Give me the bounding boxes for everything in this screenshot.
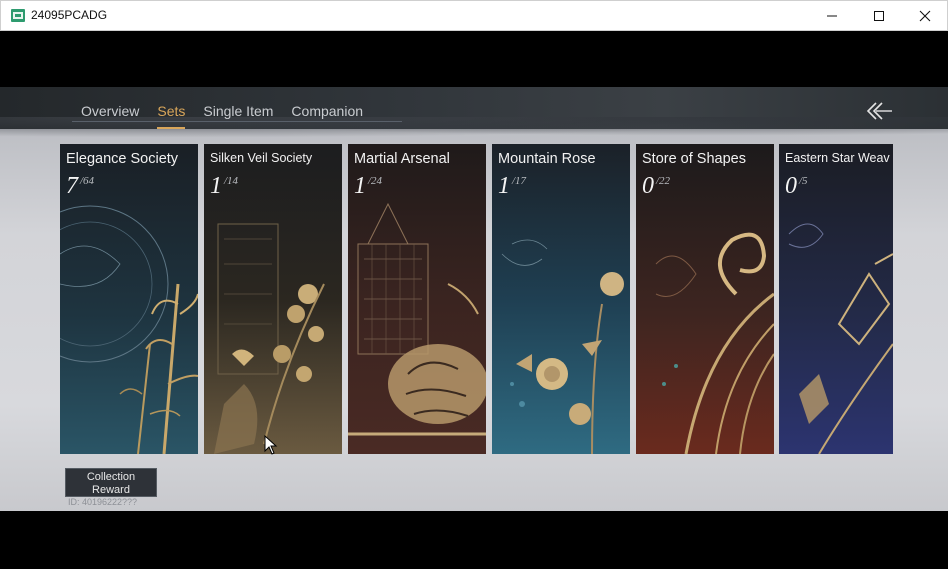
set-count: 1 — [354, 173, 366, 199]
tiger-tower-art — [348, 144, 486, 454]
set-name: Elegance Society — [66, 151, 179, 167]
set-total: /14 — [224, 175, 239, 187]
window-titlebar: 24095PCADG — [0, 0, 948, 31]
bird-blossom-art — [204, 144, 342, 454]
set-name: Store of Shapes — [642, 151, 746, 167]
set-name: Mountain Rose — [498, 151, 596, 167]
mouse-cursor-icon — [264, 435, 278, 455]
set-name: Martial Arsenal — [354, 151, 450, 167]
set-count: 7 — [66, 173, 78, 199]
game-viewport: Overview Sets Single Item Companion Eleg… — [0, 87, 948, 511]
set-total: /17 — [512, 175, 527, 187]
bamboo-moon-art — [60, 144, 198, 454]
close-button[interactable] — [902, 1, 948, 31]
set-total: /64 — [80, 175, 95, 187]
set-count: 1 — [498, 173, 510, 199]
set-card-eastern-star-weave[interactable]: Eastern Star Weav 0 /5 — [779, 144, 893, 454]
phoenix-wave-art — [636, 144, 774, 454]
minimize-button[interactable] — [809, 1, 855, 31]
close-icon — [919, 10, 931, 22]
reward-label-line2: Reward — [92, 484, 130, 496]
maximize-icon — [874, 11, 884, 21]
set-total: /22 — [656, 175, 671, 187]
set-count: 0 — [785, 173, 797, 199]
set-name: Eastern Star Weav — [785, 151, 890, 165]
set-name: Silken Veil Society — [210, 151, 313, 165]
set-card-elegance-society[interactable]: Elegance Society 7 /64 — [60, 144, 198, 454]
tab-divider — [72, 121, 402, 122]
collection-reward-button[interactable]: Collection Reward — [65, 468, 157, 497]
window-title: 24095PCADG — [31, 8, 108, 22]
back-arrow-icon — [866, 102, 892, 120]
set-total: /24 — [368, 175, 383, 187]
user-id-text: ID: 40196222??? — [68, 497, 138, 507]
set-card-silken-veil-society[interactable]: Silken Veil Society 1 /14 — [204, 144, 342, 454]
app-icon — [11, 9, 25, 22]
maximize-button[interactable] — [856, 1, 902, 31]
set-card-mountain-rose[interactable]: Mountain Rose 1 /17 — [492, 144, 630, 454]
letterbox-top — [0, 31, 948, 87]
letterbox-bottom — [0, 511, 948, 569]
set-card-martial-arsenal[interactable]: Martial Arsenal 1 /24 — [348, 144, 486, 454]
minimize-icon — [827, 15, 837, 17]
set-count: 1 — [210, 173, 222, 199]
set-total: /5 — [799, 175, 808, 187]
reward-label-line1: Collection — [86, 471, 136, 483]
set-count: 0 — [642, 173, 654, 199]
rose-flower-art — [492, 144, 630, 454]
set-card-store-of-shapes[interactable]: Store of Shapes 0 /22 — [636, 144, 774, 454]
back-button[interactable] — [862, 99, 896, 123]
